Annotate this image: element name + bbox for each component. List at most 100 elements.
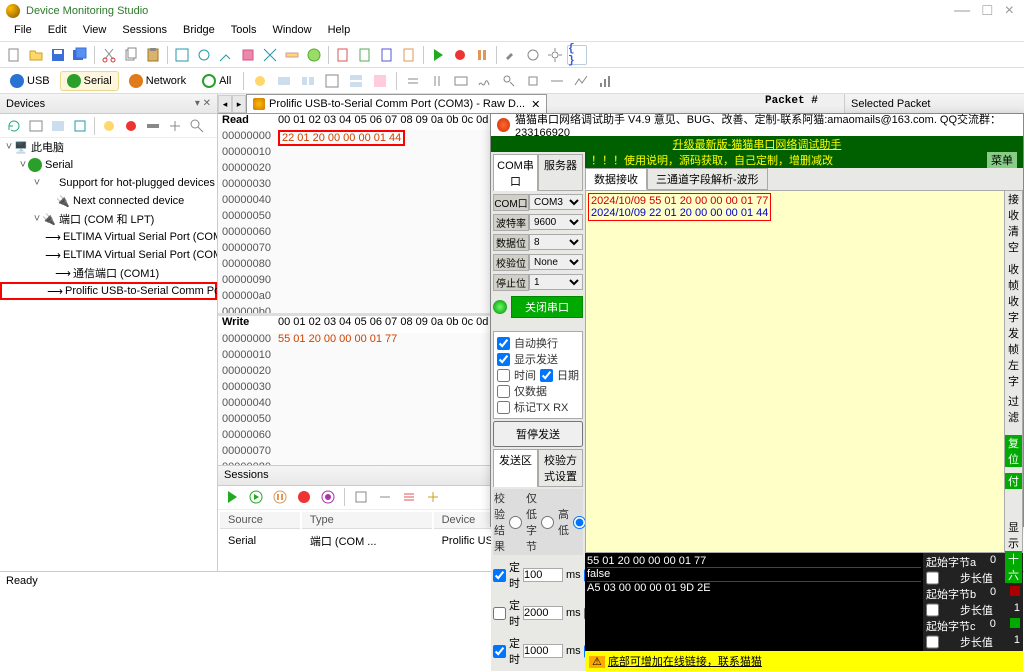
- reset-button[interactable]: 复位: [1005, 435, 1022, 467]
- w3-icon[interactable]: [451, 71, 471, 91]
- w7-icon[interactable]: [547, 71, 567, 91]
- menu-view[interactable]: View: [75, 22, 115, 41]
- rtab-wave[interactable]: 三通道字段解析-波形: [647, 168, 768, 190]
- filter-all[interactable]: All: [196, 72, 237, 90]
- w9-icon[interactable]: [595, 71, 615, 91]
- tool7-icon[interactable]: [304, 45, 324, 65]
- chk-showtx[interactable]: [497, 353, 510, 366]
- s-stop-icon[interactable]: [294, 487, 314, 507]
- s-x4-icon[interactable]: [423, 487, 443, 507]
- maomao-banner1[interactable]: 升级最新版-猫猫串口网络调试助手: [491, 136, 1023, 152]
- conn1-icon[interactable]: [501, 45, 521, 65]
- braces-icon[interactable]: { }: [567, 45, 587, 65]
- v6-icon[interactable]: [370, 71, 390, 91]
- crc-opt-low[interactable]: [509, 516, 522, 529]
- doc3-icon[interactable]: [377, 45, 397, 65]
- menu-tools[interactable]: Tools: [223, 22, 265, 41]
- pause-send-button[interactable]: 暂停发送: [493, 421, 583, 447]
- dev-b6-icon[interactable]: [143, 116, 163, 136]
- tab-close-icon[interactable]: ✕: [531, 98, 540, 111]
- device-tree[interactable]: ˅🖥️此电脑 ˅Serial ˅Support for hot-plugged …: [0, 138, 217, 571]
- v1-icon[interactable]: [250, 71, 270, 91]
- menu-bridge[interactable]: Bridge: [175, 22, 223, 41]
- dev-b2-icon[interactable]: [48, 116, 68, 136]
- filter-usb[interactable]: USB: [4, 72, 56, 90]
- tab-server[interactable]: 服务器: [538, 154, 583, 191]
- tool3-icon[interactable]: [216, 45, 236, 65]
- menu-file[interactable]: File: [6, 22, 40, 41]
- dev-b1-icon[interactable]: [26, 116, 46, 136]
- copy-icon[interactable]: [121, 45, 141, 65]
- close-port-button[interactable]: 关闭串口: [511, 296, 583, 318]
- w2-icon[interactable]: [427, 71, 447, 91]
- v2-icon[interactable]: [274, 71, 294, 91]
- v3-icon[interactable]: [298, 71, 318, 91]
- paste-icon[interactable]: [143, 45, 163, 65]
- doc2-icon[interactable]: [355, 45, 375, 65]
- dev-b4-icon[interactable]: [99, 116, 119, 136]
- tab-prev[interactable]: ◂: [218, 95, 232, 113]
- tab-send[interactable]: 发送区: [493, 449, 538, 487]
- maomao-menu[interactable]: 菜单: [987, 152, 1017, 168]
- w1-icon[interactable]: [403, 71, 423, 91]
- menu-edit[interactable]: Edit: [40, 22, 75, 41]
- window-controls[interactable]: — □ ×: [954, 2, 1018, 20]
- menu-sessions[interactable]: Sessions: [114, 22, 175, 41]
- s-play2-icon[interactable]: [246, 487, 266, 507]
- baud-select[interactable]: 9600: [529, 214, 583, 230]
- timed3-chk[interactable]: [493, 645, 506, 658]
- timed1-input[interactable]: [523, 568, 563, 582]
- step-c-chk[interactable]: [926, 634, 939, 650]
- s-x2-icon[interactable]: [375, 487, 395, 507]
- tab-next[interactable]: ▸: [232, 95, 246, 113]
- chk-autowrap[interactable]: [497, 337, 510, 350]
- play-icon[interactable]: [428, 45, 448, 65]
- w5-icon[interactable]: [499, 71, 519, 91]
- save-all-icon[interactable]: [70, 45, 90, 65]
- tool4-icon[interactable]: [238, 45, 258, 65]
- menu-help[interactable]: Help: [320, 22, 359, 41]
- maomao-footer[interactable]: ⚠ 底部可增加在线链接，联系猫猫: [585, 651, 1023, 671]
- recv-log[interactable]: 2024/10/09 55 01 20 00 00 00 01 77 2024/…: [585, 190, 1023, 553]
- s-x3-icon[interactable]: [399, 487, 419, 507]
- timed2-chk[interactable]: [493, 607, 506, 620]
- conn2-icon[interactable]: [523, 45, 543, 65]
- dev-b7-icon[interactable]: [165, 116, 185, 136]
- doc1-icon[interactable]: [333, 45, 353, 65]
- pane-controls[interactable]: ▾ ✕: [195, 98, 211, 109]
- gear-icon[interactable]: [545, 45, 565, 65]
- databits-select[interactable]: 8: [529, 234, 583, 250]
- open-icon[interactable]: [26, 45, 46, 65]
- step-b-chk[interactable]: [926, 602, 939, 618]
- timed2-input[interactable]: [523, 606, 563, 620]
- tab-raw-data[interactable]: Prolific USB-to-Serial Comm Port (COM3) …: [246, 94, 547, 113]
- com-select[interactable]: COM3: [529, 194, 583, 210]
- new-icon[interactable]: [4, 45, 24, 65]
- tool6-icon[interactable]: [282, 45, 302, 65]
- filter-network[interactable]: Network: [123, 72, 192, 90]
- w6-icon[interactable]: [523, 71, 543, 91]
- stopbits-select[interactable]: 1: [529, 274, 583, 290]
- save-icon[interactable]: [48, 45, 68, 65]
- rtab-recv[interactable]: 数据接收: [585, 168, 647, 190]
- s-play-icon[interactable]: [222, 487, 242, 507]
- parity-select[interactable]: None: [529, 254, 583, 270]
- w8-icon[interactable]: [571, 71, 591, 91]
- timed3-input[interactable]: [523, 644, 563, 658]
- timed1-chk[interactable]: [493, 569, 506, 582]
- pause-icon[interactable]: [472, 45, 492, 65]
- doc4-icon[interactable]: [399, 45, 419, 65]
- dev-b5-icon[interactable]: [121, 116, 141, 136]
- tab-crc[interactable]: 校验方式设置: [538, 449, 583, 487]
- maomao-titlebar[interactable]: 猫猫串口网络调试助手 V4.9 意见、BUG、改善、定制-联系阿猫:amaoma…: [491, 114, 1023, 136]
- menu-window[interactable]: Window: [264, 22, 319, 41]
- s-x1-icon[interactable]: [351, 487, 371, 507]
- dev-refresh-icon[interactable]: [4, 116, 24, 136]
- chk-time[interactable]: [497, 369, 510, 382]
- filter-serial[interactable]: Serial: [60, 71, 119, 91]
- dev-b3-icon[interactable]: [70, 116, 90, 136]
- s-pause-icon[interactable]: [270, 487, 290, 507]
- maomao-banner2[interactable]: ！！！使用说明，源码获取，自己定制，增删减改: [591, 152, 833, 168]
- w4-icon[interactable]: [475, 71, 495, 91]
- crc-opt-hilo[interactable]: [541, 516, 554, 529]
